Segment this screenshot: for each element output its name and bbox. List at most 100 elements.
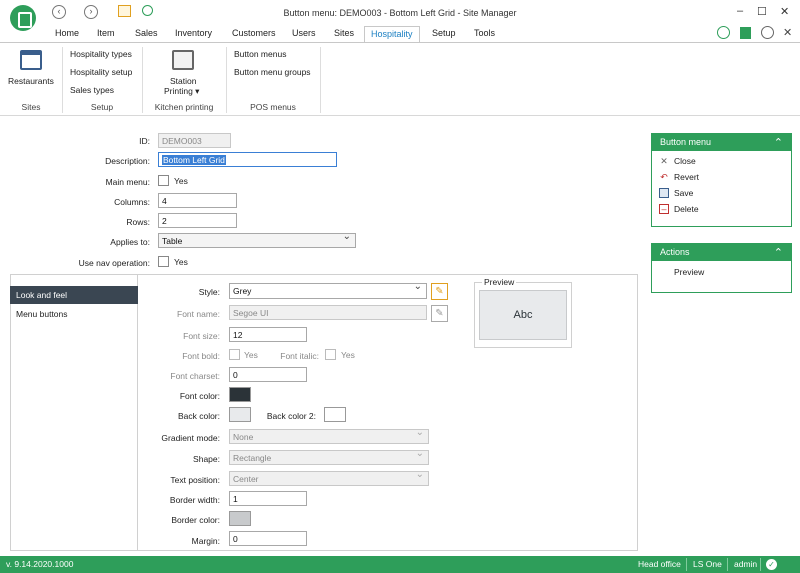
font-italic-yes: Yes bbox=[341, 350, 355, 360]
book-icon[interactable] bbox=[740, 27, 751, 39]
font-italic-label: Font italic: bbox=[280, 351, 319, 361]
menu-bar: Home Item Sales Inventory Customers User… bbox=[0, 26, 800, 43]
minimize-button[interactable]: – bbox=[737, 5, 743, 17]
rows-label: Rows: bbox=[126, 217, 150, 227]
back-color2-label: Back color 2: bbox=[266, 411, 316, 421]
tab-setup[interactable]: Setup bbox=[432, 28, 456, 38]
font-color-label: Font color: bbox=[179, 391, 220, 401]
printer-icon bbox=[172, 50, 194, 70]
edit-font-icon[interactable]: ✎ bbox=[431, 305, 448, 322]
font-size-label: Font size: bbox=[183, 331, 220, 341]
tab-customers[interactable]: Customers bbox=[232, 28, 276, 38]
description-value: Bottom Left Grid bbox=[162, 155, 226, 165]
station-printing-label-1[interactable]: Station bbox=[170, 76, 196, 86]
connection-ok-icon: ✓ bbox=[766, 559, 777, 570]
font-bold-label: Font bold: bbox=[182, 351, 220, 361]
text-position-label: Text position: bbox=[170, 475, 220, 485]
font-charset-label: Font charset: bbox=[170, 371, 220, 381]
description-label: Description: bbox=[105, 156, 150, 166]
restaurant-icon bbox=[20, 50, 42, 70]
description-field[interactable]: Bottom Left Grid bbox=[158, 152, 337, 167]
preview-button: Abc bbox=[479, 290, 567, 340]
station-printing-label-2[interactable]: Printing ▾ bbox=[164, 86, 199, 97]
margin-field[interactable]: 0 bbox=[229, 531, 307, 546]
applies-to-label: Applies to: bbox=[110, 237, 150, 247]
applies-to-select[interactable]: Table bbox=[158, 233, 356, 248]
style-select[interactable]: Grey bbox=[229, 283, 427, 299]
font-size-field[interactable]: 12 bbox=[229, 327, 307, 342]
hospitality-setup-button[interactable]: Hospitality setup bbox=[70, 67, 132, 77]
status-bar: v. 9.14.2020.1000 Head office LS One adm… bbox=[0, 556, 800, 573]
hospitality-types-button[interactable]: Hospitality types bbox=[70, 49, 132, 59]
title-bar: ‹ › Button menu: DEMO003 - Bottom Left G… bbox=[0, 0, 800, 31]
tab-users[interactable]: Users bbox=[292, 28, 316, 38]
side-tab-menu-buttons[interactable]: Menu buttons bbox=[10, 305, 138, 323]
actions-pane-title[interactable]: Actions bbox=[652, 244, 791, 261]
revert-action[interactable]: Revert bbox=[674, 172, 699, 182]
side-tab-list: Look and feel Menu buttons bbox=[10, 274, 138, 551]
delete-action[interactable]: Delete bbox=[674, 204, 699, 214]
back-color-label: Back color: bbox=[177, 411, 220, 421]
shape-select[interactable]: Rectangle bbox=[229, 450, 429, 465]
border-color-swatch[interactable] bbox=[229, 511, 251, 526]
button-menus-button[interactable]: Button menus bbox=[234, 49, 286, 59]
window-title: Button menu: DEMO003 - Bottom Left Grid … bbox=[283, 8, 517, 18]
close-icon: ✕ bbox=[660, 156, 668, 166]
font-name-label: Font name: bbox=[177, 309, 220, 319]
preview-action[interactable]: Preview bbox=[674, 267, 704, 277]
tab-sites[interactable]: Sites bbox=[334, 28, 354, 38]
gradient-mode-select[interactable]: None bbox=[229, 429, 429, 444]
edit-style-icon[interactable]: ✎ bbox=[431, 283, 448, 300]
group-kitchen-printing: Kitchen printing bbox=[154, 102, 214, 112]
use-nav-label: Use nav operation: bbox=[78, 258, 150, 268]
button-menu-pane-title[interactable]: Button menu bbox=[652, 134, 791, 151]
close-window-button[interactable]: ✕ bbox=[780, 5, 789, 18]
sales-types-button[interactable]: Sales types bbox=[70, 85, 114, 95]
font-charset-field[interactable]: 0 bbox=[229, 367, 307, 382]
save-icon bbox=[659, 188, 669, 198]
tab-hospitality[interactable]: Hospitality bbox=[364, 26, 420, 43]
columns-label: Columns: bbox=[114, 197, 150, 207]
preview-label: Preview bbox=[482, 277, 517, 287]
shape-label: Shape: bbox=[193, 454, 220, 464]
tab-sales[interactable]: Sales bbox=[135, 28, 158, 38]
use-nav-yes: Yes bbox=[174, 257, 188, 267]
gradient-mode-label: Gradient mode: bbox=[161, 433, 220, 443]
tab-tools[interactable]: Tools bbox=[474, 28, 495, 38]
back-color2-swatch[interactable] bbox=[324, 407, 346, 422]
group-pos-menus: POS menus bbox=[250, 102, 296, 112]
tab-item[interactable]: Item bbox=[97, 28, 115, 38]
style-label: Style: bbox=[198, 287, 220, 297]
main-menu-checkbox[interactable] bbox=[158, 175, 169, 186]
font-bold-yes: Yes bbox=[244, 350, 258, 360]
main-menu-label: Main menu: bbox=[105, 177, 150, 187]
save-action[interactable]: Save bbox=[674, 188, 693, 198]
tab-inventory[interactable]: Inventory bbox=[175, 28, 212, 38]
tab-home[interactable]: Home bbox=[55, 28, 79, 38]
maximize-button[interactable]: ☐ bbox=[757, 5, 767, 18]
user-text: admin bbox=[734, 559, 758, 569]
close-action[interactable]: Close bbox=[674, 156, 696, 166]
revert-icon: ↶ bbox=[660, 172, 668, 182]
button-menu-groups-button[interactable]: Button menu groups bbox=[234, 67, 311, 77]
border-width-label: Border width: bbox=[169, 495, 220, 505]
use-nav-checkbox[interactable] bbox=[158, 256, 169, 267]
back-color-swatch[interactable] bbox=[229, 407, 251, 422]
restaurants-button[interactable]: Restaurants bbox=[8, 76, 54, 86]
text-position-select[interactable]: Center bbox=[229, 471, 429, 486]
columns-field[interactable]: 4 bbox=[158, 193, 237, 208]
version-text: v. 9.14.2020.1000 bbox=[6, 559, 74, 569]
border-color-label: Border color: bbox=[171, 515, 220, 525]
help-icon[interactable] bbox=[761, 26, 774, 39]
side-tab-look-and-feel[interactable]: Look and feel bbox=[10, 286, 138, 304]
font-italic-checkbox[interactable] bbox=[325, 349, 336, 360]
close-tab-icon[interactable]: ✕ bbox=[783, 26, 792, 39]
font-color-swatch[interactable] bbox=[229, 387, 251, 402]
id-field: DEMO003 bbox=[158, 133, 231, 148]
rows-field[interactable]: 2 bbox=[158, 213, 237, 228]
border-width-field[interactable]: 1 bbox=[229, 491, 307, 506]
ribbon: Restaurants Sites Hospitality types Hosp… bbox=[0, 42, 800, 116]
font-bold-checkbox[interactable] bbox=[229, 349, 240, 360]
office-text: Head office bbox=[638, 559, 681, 569]
add-icon[interactable] bbox=[717, 26, 730, 39]
